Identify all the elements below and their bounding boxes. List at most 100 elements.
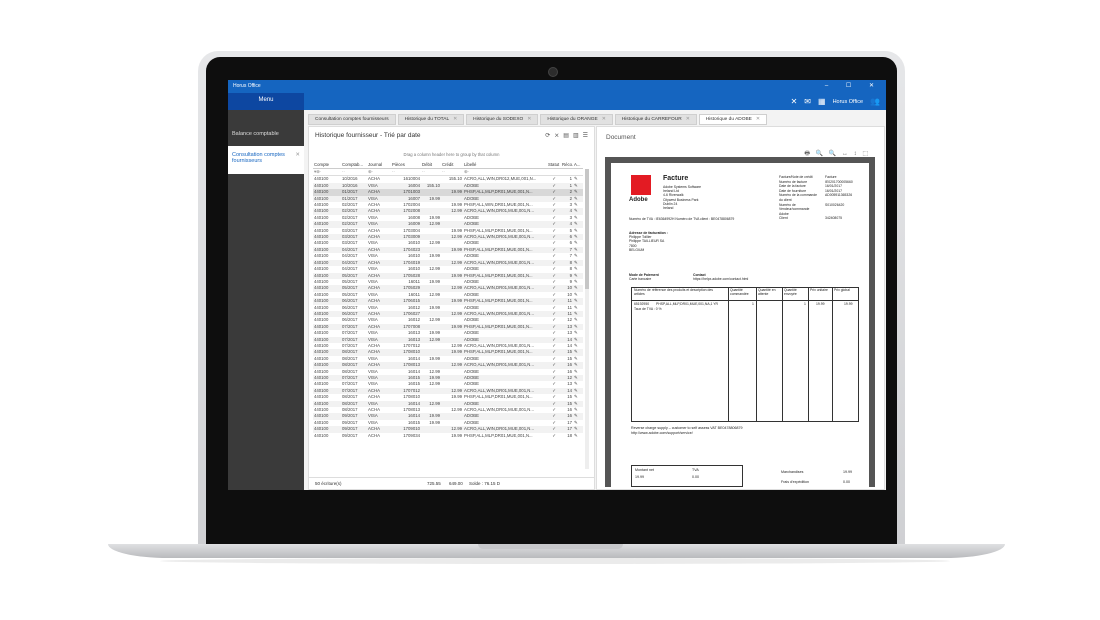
reconciliation-number: 18 — [567, 432, 572, 438]
grid-scrollbar[interactable] — [585, 169, 589, 469]
invoice-lines-table: Numéro de référence des produits et desc… — [631, 287, 859, 422]
close-icon[interactable]: ✕ — [756, 117, 760, 122]
table-body: 440100 10/2016 ACHA 1610004 155.10 ACRO,ALL,W… — [313, 176, 583, 439]
column-divider — [728, 288, 729, 421]
filter-cell[interactable] — [573, 168, 583, 177]
merch-values: 19.99 0.00 — [843, 467, 852, 487]
window-controls[interactable]: – ☐ ✕ — [825, 82, 882, 89]
scrollbar-thumb[interactable] — [585, 169, 589, 289]
column-header[interactable]: A... — [573, 161, 583, 169]
clear-filter-icon[interactable]: ⨯ — [554, 132, 559, 139]
document-panel: Document 🖶 🔍 🔍 ↔ ↕ ⬚ Adobe Facture Adobe… — [596, 126, 885, 490]
invoice-field-value: AD005911365326 — [825, 193, 853, 198]
filter-cell[interactable] — [561, 168, 573, 177]
tab-strip: Consultation comptes fournisseurs Histor… — [308, 114, 767, 125]
totals-box: Montant net TVA 19.99 0.00 — [631, 465, 743, 487]
bill-to-line: Philippe TAILLIEUR SA — [629, 239, 665, 244]
table-row[interactable]: 440100 10/2016 ACHA 1610004 155.10 ACRO,ALL,W… — [313, 176, 583, 183]
filter-cell[interactable]: ▾⊕· — [313, 168, 341, 177]
col-header: Prix unitaire — [810, 288, 828, 292]
refresh-icon[interactable]: ⟳ — [545, 132, 550, 139]
close-icon[interactable]: ✕ — [295, 152, 300, 158]
filter-cell[interactable]: ·· — [341, 168, 367, 177]
vendor-address: Adobe Systems Software Ireland Ltd 4-6 R… — [663, 185, 701, 210]
close-icon[interactable]: ✕ — [602, 117, 606, 122]
table-cell: ACRO,ALL,WIN,DR012,MUE,001,N... — [464, 176, 537, 182]
sidebar-item-balance[interactable]: Balance comptable — [228, 124, 304, 144]
group-by-hint[interactable]: Drag a column header here to group by th… — [309, 152, 594, 157]
invoice-field-label: Client — [779, 216, 788, 221]
line-qty: 1 — [752, 302, 754, 306]
tab-adobe[interactable]: Historique du ADOBE ✕ — [698, 114, 767, 125]
table-cell: 1709034 — [403, 432, 420, 438]
invoice-field: Client 342408075 — [779, 216, 853, 221]
tab-orange[interactable]: Historique du ORANGE ✕ — [540, 114, 613, 125]
table-header-row: Compte Comptab... Journal Pièces Débit Crédit… — [313, 161, 583, 169]
vat-line: Numéro de TVA : IE6364992H Numéro de TVA… — [629, 217, 735, 221]
menu-icon[interactable]: ☰ — [583, 132, 588, 139]
table-row[interactable]: 440100 09/2017 ACHA 1709034 19.99 PHSP,ALL,ML… — [313, 433, 583, 439]
mail-icon[interactable]: ✉ — [804, 97, 811, 106]
grid-table-wrapper: Compte Comptab... Journal Pièces Débit Crédit… — [313, 161, 583, 471]
credit-total: 649.00 — [449, 481, 463, 486]
column-header[interactable]: Statut — [547, 161, 561, 169]
tab-sodexo[interactable]: Historique du SODEXO ✕ — [466, 114, 539, 125]
bill-to-line: BELGIUM — [629, 247, 645, 252]
users-icon[interactable]: 👥 — [870, 97, 880, 106]
column-header[interactable]: Libellé — [463, 161, 547, 169]
pdf-viewer[interactable]: Adobe Facture Adobe Systems Software Ire… — [605, 157, 875, 487]
payment-value: Carte bancaire — [629, 277, 652, 282]
reconciliation-number: 1 — [569, 176, 572, 182]
export-excel-icon[interactable]: ▥ — [573, 132, 579, 139]
edit-icon[interactable]: ✎ — [573, 176, 583, 183]
building-icon: ▦ — [818, 97, 826, 106]
shipping-label: Frais d'expédition — [781, 480, 810, 484]
tab-carrefour[interactable]: Historique du CARREFOUR ✕ — [614, 114, 697, 125]
filter-cell[interactable]: ⊕· — [463, 168, 547, 177]
laptop-shadow — [160, 558, 950, 564]
filter-cell[interactable] — [547, 168, 561, 177]
close-icon[interactable]: ✕ — [527, 117, 531, 122]
table-cell: PHSP,ALL,MLP,DR01,MUE,001,N... — [464, 432, 533, 438]
export-pdf-icon[interactable]: ▤ — [563, 132, 569, 139]
grid-toolbar: ⟳ ⨯ ▤ ▥ ☰ — [545, 132, 588, 139]
filter-cell[interactable]: ·· — [421, 168, 441, 177]
column-header[interactable]: Crédit — [441, 161, 463, 169]
filter-cell[interactable]: ·· — [441, 168, 463, 177]
sidebar-item-consultation[interactable]: Consultation comptes fournisseurs ✕ — [228, 146, 304, 174]
support-url: http://www.adobe.com/support/service/ — [631, 430, 693, 435]
line-note: Taux de TVA : 0 % — [634, 307, 662, 311]
line-total: 19.99 — [844, 302, 853, 306]
grid-title: Historique fournisseur - Trié par date — [315, 132, 421, 139]
filter-row[interactable]: ▾⊕· ·· ⊕· ·· ·· ·· ⊕· — [313, 168, 583, 177]
column-header[interactable]: Comptab... — [341, 161, 367, 169]
column-header[interactable]: Débit — [421, 161, 441, 169]
filter-cell[interactable]: ⊕· — [367, 168, 391, 177]
invoice-field: Numéro de Vendeur/commande Adobe S0100264… — [779, 203, 853, 217]
tab-consultation[interactable]: Consultation comptes fournisseurs — [308, 114, 396, 125]
bill-to: Adresse de facturation : Philippe Toilli… — [629, 231, 668, 252]
menu-header[interactable]: Menu — [228, 93, 304, 110]
column-header[interactable]: Journal — [367, 161, 391, 169]
entry-count: 50 écriture(s) — [315, 481, 342, 486]
logo-text: Adobe — [629, 197, 648, 203]
line-ref: 65192950 — [634, 302, 650, 306]
column-header[interactable]: Compte — [313, 161, 341, 169]
tab-total[interactable]: Historique du TOTAL ✕ — [397, 114, 465, 125]
filter-cell[interactable]: ·· — [391, 168, 421, 177]
close-icon[interactable]: ✕ — [686, 117, 690, 122]
column-divider — [756, 288, 757, 421]
close-icon[interactable]: ✕ — [791, 97, 798, 106]
sidebar-item-label: Consultation comptes fournisseurs — [232, 152, 285, 164]
close-icon[interactable]: ✕ — [453, 117, 457, 122]
document-title: Document — [606, 134, 636, 141]
edit-icon[interactable]: ✎ — [573, 433, 583, 439]
table-cell: ACHA — [368, 432, 380, 438]
col-header: Prix global — [834, 288, 850, 292]
column-header[interactable]: Pièces — [391, 161, 421, 169]
header-divider — [632, 300, 858, 301]
table-cell: ACHA — [368, 176, 380, 182]
window-titlebar: Horus Office – ☐ ✕ — [228, 80, 886, 93]
column-header[interactable]: Réco... — [561, 161, 573, 169]
table-cell — [421, 176, 441, 183]
